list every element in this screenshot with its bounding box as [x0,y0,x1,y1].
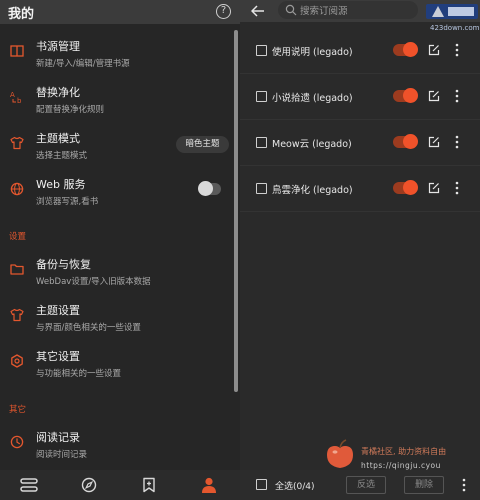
shirt-icon [10,308,24,322]
menu-item-replace[interactable]: A b 替换净化 配置替换净化规则 [0,78,232,120]
row-checkbox[interactable] [256,45,267,56]
toggle-knob [403,42,418,57]
row-label: Meow云 (legado) [272,139,352,150]
menu-item-read-record[interactable]: 阅读记录 阅读时间记录 [0,423,232,465]
menu-item-subtitle: 与功能相关的一些设置 [36,369,122,379]
more-vert-icon[interactable] [455,43,459,57]
list-item[interactable]: 小说拾遗 (legado) [240,74,480,120]
peach-logo-icon [327,439,353,468]
person-icon[interactable] [200,477,218,493]
more-vert-icon[interactable] [455,135,459,149]
menu-item-subtitle: 配置替换净化规则 [36,105,105,115]
menu-item-subtitle: 与界面/颜色相关的一些设置 [36,323,141,333]
compass-icon[interactable] [80,477,98,493]
menu-item-title: Web 服务 [36,178,86,191]
delete-button[interactable]: 删除 [404,476,444,494]
menu-item-title: 替换净化 [36,86,80,99]
menu-item-title: 主题设置 [36,304,80,317]
menu-item-web-service[interactable]: Web 服务 浏览器写源,看书 [0,170,232,212]
watermark-logo [426,4,478,19]
menu-item-theme-settings[interactable]: 主题设置 与界面/颜色相关的一些设置 [0,296,232,338]
search-placeholder: 搜索订阅源 [300,6,348,17]
settings-icon [11,354,23,368]
more-vert-icon[interactable] [455,89,459,103]
more-vert-icon[interactable] [462,478,466,492]
watermark-badge: 青橘社区, 助力资料自由 https://qingju.cyou [325,438,480,474]
row-checkbox[interactable] [256,137,267,148]
web-service-toggle[interactable] [198,181,221,196]
row-enable-toggle[interactable] [393,180,418,195]
menu-item-title: 备份与恢复 [36,258,91,271]
watermark-text: 青橘社区, 助力资料自由 [361,447,447,456]
globe-icon [10,182,24,196]
watermark-url: https://qingju.cyou [361,461,441,470]
row-enable-toggle[interactable] [393,42,418,57]
back-arrow-icon[interactable] [250,3,266,19]
scrollbar[interactable] [234,30,238,392]
right-header: 搜索订阅源 [240,0,480,22]
row-label: 小说拾遗 (legado) [272,93,353,104]
toggle-knob [198,181,213,196]
menu-item-subtitle: 选择主题模式 [36,151,88,161]
menu-item-subtitle: 浏览器写源,看书 [36,197,99,207]
menu-item-subtitle: WebDav设置/导入旧版本数据 [36,277,151,287]
search-icon [285,4,297,16]
list-item[interactable]: 使用说明 (legado) [240,28,480,74]
selection-footer: 全选(0/4) 反选 删除 [240,470,480,500]
edit-icon[interactable] [428,44,440,56]
svg-text:b: b [17,97,22,104]
list-item[interactable]: 鳥雲浄化 (legado) [240,166,480,212]
edit-icon[interactable] [428,90,440,102]
section-label-other: 其它 [9,405,27,415]
row-enable-toggle[interactable] [393,88,418,103]
page-title: 我的 [8,7,35,22]
select-all-checkbox[interactable] [256,479,267,490]
menu-item-title: 书源管理 [36,40,80,53]
bottom-nav [0,470,240,500]
menu-item-other-settings[interactable]: 其它设置 与功能相关的一些设置 [0,342,232,384]
book-icon [10,45,24,57]
menu-item-title: 阅读记录 [36,431,80,444]
search-input[interactable]: 搜索订阅源 [278,1,418,19]
left-pane: 我的 ? 书源管理 新建/导入/编辑/管理书源 A b 替换净化 配置替换净化规… [0,0,240,500]
row-checkbox[interactable] [256,183,267,194]
select-all-label[interactable]: 全选(0/4) [275,479,315,492]
row-enable-toggle[interactable] [393,134,418,149]
replace-icon: A b [10,91,22,104]
row-label: 鳥雲浄化 (legado) [272,185,353,196]
theme-mode-chip[interactable]: 暗色主题 [176,136,229,153]
row-checkbox[interactable] [256,91,267,102]
toggle-knob [403,134,418,149]
edit-icon[interactable] [428,136,440,148]
menu-item-title: 主题模式 [36,132,80,145]
menu-item-title: 其它设置 [36,350,80,363]
svg-text:A: A [10,91,15,99]
invert-selection-button[interactable]: 反选 [346,476,386,494]
toggle-knob [403,180,418,195]
menu-item-subtitle: 新建/导入/编辑/管理书源 [36,59,130,69]
bookmark-add-icon[interactable] [140,477,158,493]
shirt-icon [10,136,24,150]
edit-icon[interactable] [428,182,440,194]
clock-icon [10,435,24,449]
section-label-settings: 设置 [9,232,27,242]
help-icon[interactable]: ? [216,4,231,19]
left-header: 我的 ? [0,0,240,24]
row-label: 使用说明 (legado) [272,47,353,58]
bookshelf-icon[interactable] [20,477,38,493]
menu-item-backup[interactable]: 备份与恢复 WebDav设置/导入旧版本数据 [0,250,232,292]
list-item[interactable]: Meow云 (legado) [240,120,480,166]
folder-icon [10,264,24,275]
menu-item-book-source[interactable]: 书源管理 新建/导入/编辑/管理书源 [0,32,232,74]
toggle-knob [403,88,418,103]
more-vert-icon[interactable] [455,181,459,195]
menu-item-subtitle: 阅读时间记录 [36,450,88,460]
right-pane: 搜索订阅源 423down.com 使用说明 (legado) 小说拾遗 (le… [240,0,480,500]
